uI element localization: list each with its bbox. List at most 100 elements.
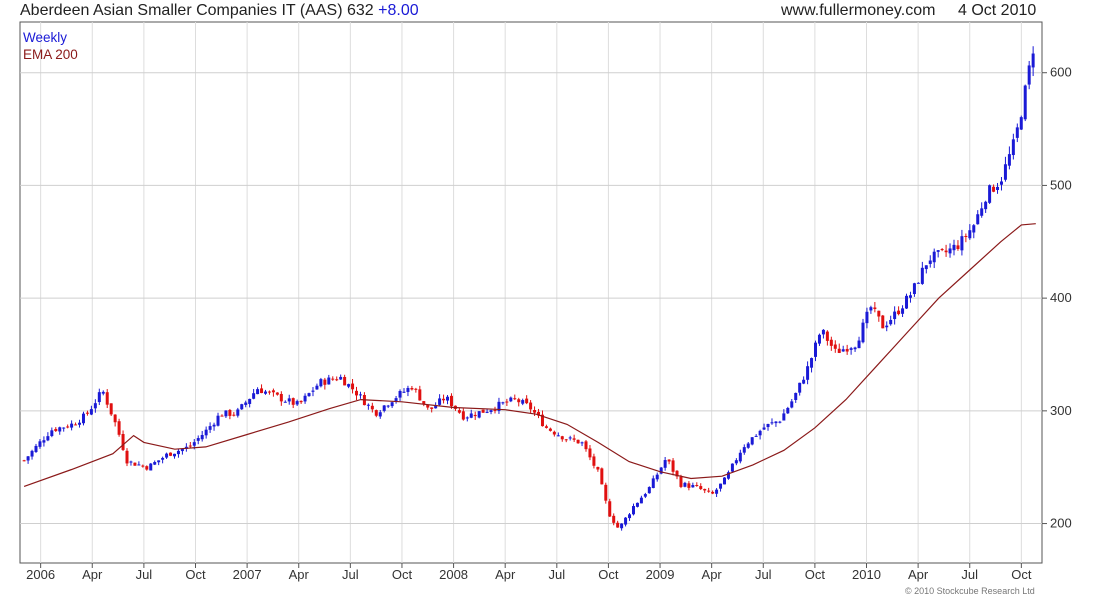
candle-body xyxy=(267,391,271,393)
candle-body xyxy=(948,248,952,254)
candle-body xyxy=(141,465,145,467)
candle-body xyxy=(968,230,972,239)
candle-body xyxy=(386,405,390,407)
candle-body xyxy=(271,390,275,393)
candle-body xyxy=(169,452,173,456)
candle-body xyxy=(232,414,236,416)
candle-body xyxy=(810,358,814,368)
candle-body xyxy=(730,463,734,472)
candle-body xyxy=(70,423,74,428)
candle-body xyxy=(113,414,117,423)
candle-body xyxy=(556,435,560,437)
candle-body xyxy=(889,319,893,325)
candle-body xyxy=(446,396,450,401)
price-chart: 2006 Apr Jul Oct 2007 Apr Jul Oct 2008 Apr Jul Oct 2… xyxy=(19,21,1072,582)
candle-body xyxy=(806,366,810,380)
candle-body xyxy=(663,460,667,468)
candle-body xyxy=(200,435,204,440)
candle-body xyxy=(908,295,912,298)
x-tick-label: 2010 xyxy=(852,567,881,582)
candle-body xyxy=(600,468,604,485)
candle-body xyxy=(722,477,726,485)
candle-body xyxy=(263,391,267,394)
candle-body xyxy=(944,250,948,253)
candle-body xyxy=(825,331,829,341)
candle-body xyxy=(631,506,635,515)
candle-body xyxy=(770,422,774,424)
legend-ema: EMA 200 xyxy=(23,47,78,62)
candle-body xyxy=(691,485,695,488)
y-tick-label: 400 xyxy=(1050,290,1072,305)
x-tick-label: Jul xyxy=(342,567,359,582)
x-tick-label: Jul xyxy=(548,567,565,582)
candle-body xyxy=(608,501,612,517)
candle-body xyxy=(758,430,762,436)
candle-body xyxy=(849,348,853,350)
candle-body xyxy=(260,388,264,394)
candle-body xyxy=(275,392,279,395)
y-tick-label: 200 xyxy=(1050,516,1072,531)
x-tick-label: 2006 xyxy=(26,567,55,582)
candle-body xyxy=(378,412,382,417)
candle-body xyxy=(461,411,465,420)
candle-body xyxy=(248,398,252,404)
candle-body xyxy=(620,523,624,529)
candle-body xyxy=(81,413,85,424)
candle-body xyxy=(410,387,414,390)
x-tick-label: Jul xyxy=(961,567,978,582)
candle-body xyxy=(711,491,715,494)
candle-body xyxy=(707,490,711,492)
candle-body xyxy=(406,387,410,392)
candle-body xyxy=(584,441,588,450)
candle-body xyxy=(576,439,580,444)
candle-body xyxy=(572,438,576,440)
candle-body xyxy=(303,395,307,402)
y-tick-label: 600 xyxy=(1050,65,1072,80)
candle-body xyxy=(833,344,837,349)
candle-body xyxy=(564,439,568,441)
candle-body xyxy=(505,401,509,403)
candle-body xyxy=(992,186,996,192)
candle-body xyxy=(754,435,758,437)
candle-body xyxy=(671,460,675,472)
candle-body xyxy=(370,405,374,410)
candle-body xyxy=(315,385,319,390)
y-tick-label: 500 xyxy=(1050,177,1072,192)
candle-body xyxy=(667,459,671,462)
candle-body xyxy=(355,390,359,396)
candle-body xyxy=(97,392,101,403)
candle-body xyxy=(655,474,659,480)
candle-body xyxy=(829,339,833,346)
candle-body xyxy=(1011,139,1015,156)
candle-body xyxy=(26,456,30,461)
candle-body xyxy=(347,384,351,387)
chart-legend: Weekly EMA 200 xyxy=(23,29,78,63)
candle-body xyxy=(766,423,770,428)
candle-body xyxy=(568,437,572,439)
candle-body xyxy=(414,388,418,390)
candle-body xyxy=(438,398,442,405)
candle-body xyxy=(240,404,244,410)
candle-body xyxy=(228,409,232,416)
candle-body xyxy=(517,399,521,403)
candle-body xyxy=(513,398,517,400)
candle-body xyxy=(624,517,628,525)
candle-body xyxy=(612,515,616,523)
candle-body xyxy=(544,426,548,428)
candle-body xyxy=(762,427,766,430)
candle-body xyxy=(1007,154,1011,166)
x-tick-label: Apr xyxy=(702,567,723,582)
candle-body xyxy=(161,457,165,460)
candle-body xyxy=(46,436,50,441)
candle-body xyxy=(327,377,331,385)
candle-body xyxy=(782,413,786,421)
candle-body xyxy=(129,461,133,463)
candle-body xyxy=(679,476,683,487)
candle-body xyxy=(216,415,220,426)
candle-body xyxy=(912,283,916,295)
candle-body xyxy=(596,466,600,470)
candle-body xyxy=(778,421,782,423)
candle-body xyxy=(295,401,299,405)
candle-body xyxy=(976,214,980,225)
x-tick-label: Jul xyxy=(136,567,153,582)
